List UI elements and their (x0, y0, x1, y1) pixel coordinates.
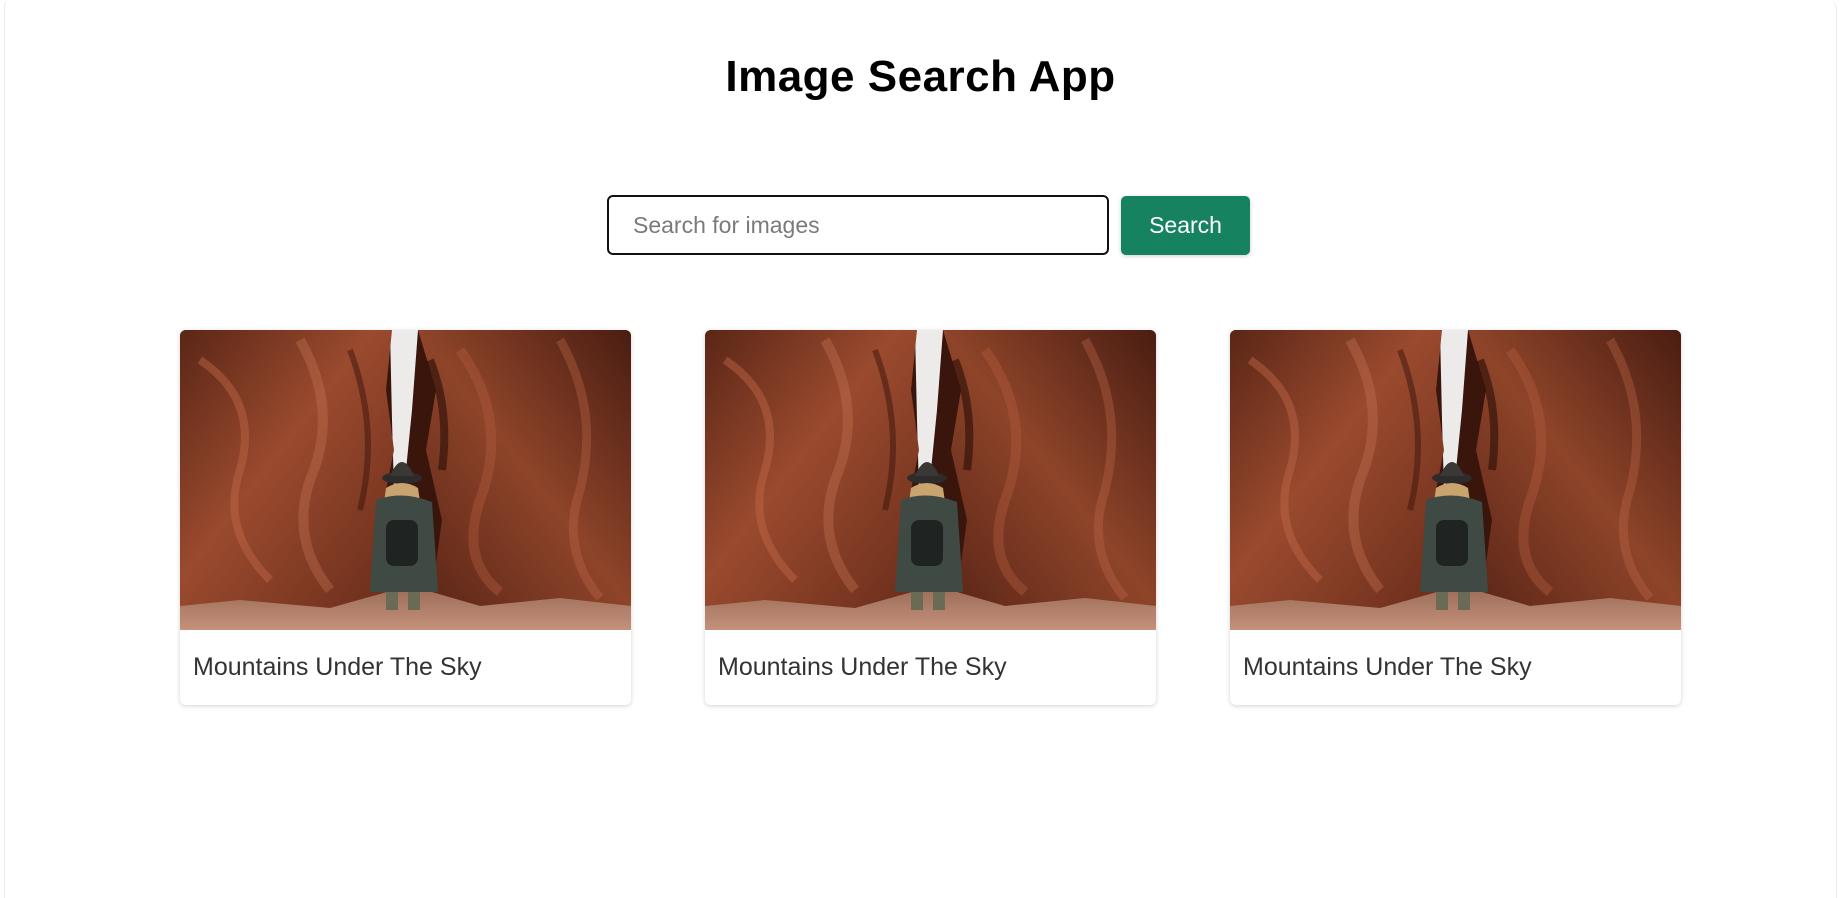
image-caption: Mountains Under The Sky (1243, 653, 1532, 681)
image-card[interactable]: Mountains Under The Sky (1230, 330, 1681, 705)
search-bar: Search (607, 195, 1250, 255)
result-image[interactable] (180, 330, 631, 630)
result-image[interactable] (705, 330, 1156, 630)
search-button[interactable]: Search (1121, 195, 1250, 255)
page-title: Image Search App (725, 52, 1116, 101)
result-image[interactable] (1230, 330, 1681, 630)
image-caption: Mountains Under The Sky (193, 653, 482, 681)
image-card[interactable]: Mountains Under The Sky (180, 330, 631, 705)
image-caption: Mountains Under The Sky (718, 653, 1007, 681)
results-grid: Mountains Under The Sky Mountains Under … (180, 330, 1681, 705)
image-card[interactable]: Mountains Under The Sky (705, 330, 1156, 705)
search-input[interactable] (607, 195, 1109, 255)
